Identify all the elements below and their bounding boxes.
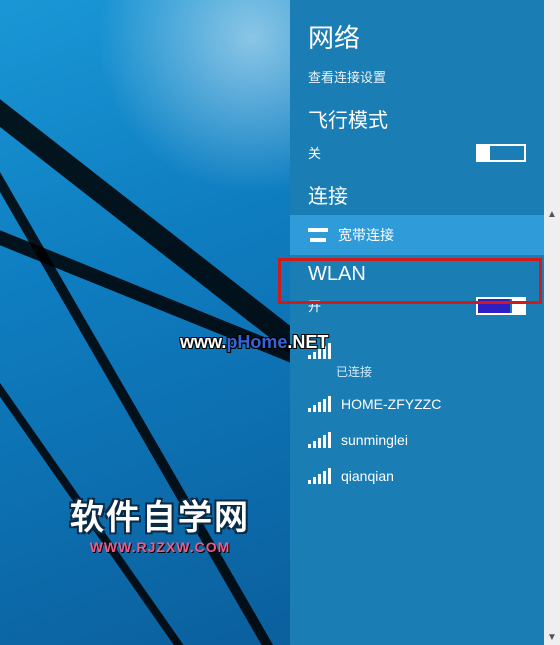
broadband-connection-item[interactable]: 宽带连接 — [290, 215, 544, 255]
wifi-network-item[interactable]: sunminglei — [290, 422, 544, 458]
airplane-mode-state: 关 — [308, 143, 321, 162]
scrollbar[interactable]: ▲ ▼ — [544, 0, 560, 645]
wifi-network-item[interactable]: HOME-ZFYZZC — [290, 386, 544, 422]
broadband-icon — [308, 228, 328, 242]
scroll-up-icon[interactable]: ▲ — [544, 206, 560, 222]
wifi-signal-icon — [308, 468, 331, 484]
wifi-signal-icon — [308, 432, 331, 448]
wifi-network-item[interactable]: qianqian — [290, 458, 544, 494]
airplane-mode-toggle[interactable] — [476, 144, 526, 162]
wifi-signal-icon — [308, 343, 331, 359]
connections-title: 连接 — [290, 180, 544, 215]
wifi-status: 已连接 — [290, 363, 544, 380]
desktop-wallpaper — [0, 0, 290, 645]
wifi-name: HOME-ZFYZZC — [341, 396, 441, 412]
wlan-state: 开 — [308, 296, 321, 315]
broadband-label: 宽带连接 — [338, 225, 394, 245]
wifi-name: qianqian — [341, 468, 394, 484]
networks-panel: 网络 查看连接设置 飞行模式 关 连接 宽带连接 WLAN 开 已连接 — [290, 0, 544, 645]
wlan-title: WLAN — [290, 263, 544, 292]
view-connection-settings-link[interactable]: 查看连接设置 — [290, 67, 544, 104]
wifi-signal-icon — [308, 396, 331, 412]
wifi-name: sunminglei — [341, 432, 408, 448]
scroll-down-icon[interactable]: ▼ — [544, 629, 560, 645]
panel-title: 网络 — [290, 18, 544, 67]
airplane-mode-title: 飞行模式 — [290, 104, 544, 139]
wlan-toggle[interactable] — [476, 297, 526, 315]
